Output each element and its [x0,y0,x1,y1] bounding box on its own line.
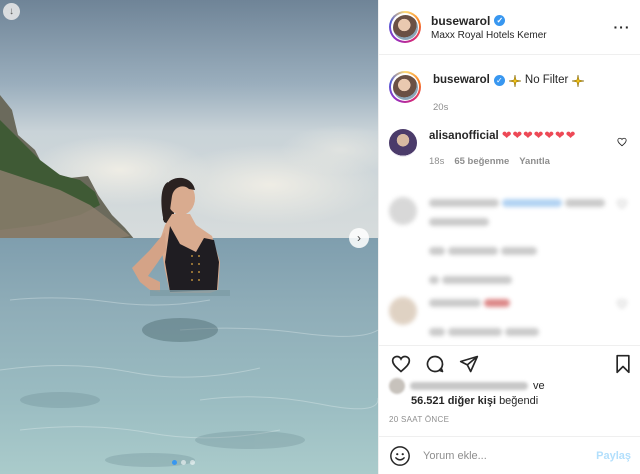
carousel-dot [190,460,195,465]
comment-input[interactable] [423,449,597,462]
avatar [389,297,417,325]
sparkle-emoji-icon [572,74,585,87]
heart-icon [391,355,411,373]
avatar [389,197,417,225]
more-options-icon[interactable]: ··· [610,19,634,35]
avatar[interactable] [389,129,417,157]
comment-item-blurred [389,297,635,341]
comment-text: ❤❤❤❤❤❤❤ [501,130,577,142]
save-button[interactable] [611,352,635,376]
avatar[interactable] [389,71,421,103]
carousel-dot-active [172,460,177,465]
add-comment-bar: Paylaş [379,436,640,474]
location-link[interactable]: Maxx Royal Hotels Kemer [431,30,610,41]
liker-avatar[interactable] [389,378,405,394]
post-actions [379,345,640,381]
smiley-icon[interactable] [389,445,411,467]
verified-badge-icon: ✓ [494,15,506,26]
caption-text: No Filter [524,74,569,86]
bookmark-icon [616,354,630,373]
profile-photo [392,14,418,40]
profile-photo [392,74,418,100]
comment-time: 18s [429,156,445,167]
caption-time: 20s [433,102,449,113]
author-username[interactable]: busewarol [431,14,490,28]
sparkle-emoji-icon [508,74,521,87]
carousel-dot [181,460,186,465]
reply-button[interactable]: Yanıtla [519,154,550,169]
comment-like-heart-icon[interactable] [617,137,627,147]
comment-button[interactable] [423,352,447,376]
verified-badge-icon: ✓ [493,75,505,86]
post-photo[interactable]: ↓ › [0,0,378,474]
post-side-panel: busewarol ✓ Maxx Royal Hotels Kemer ··· … [378,0,640,474]
likes-summary: ve 56.521 diğer kişi beğendi [389,378,635,407]
beach-photo-image [0,0,378,474]
post-header: busewarol ✓ Maxx Royal Hotels Kemer ··· [379,0,640,55]
comment-icon [426,355,444,372]
comment-username[interactable]: alisanofficial [429,130,499,142]
caption: busewarol ✓ No Filter 20s [389,71,635,115]
comments-list: busewarol ✓ No Filter 20s alisanofficial… [379,55,640,345]
download-icon[interactable]: ↓ [3,3,20,20]
comment-item-blurred [389,197,635,289]
post-comment-button[interactable]: Paylaş [596,450,631,462]
caption-username[interactable]: busewarol [433,73,490,88]
like-button[interactable] [389,352,413,376]
post-timestamp[interactable]: 20 SAAT ÖNCE [389,415,449,424]
comment-item: alisanofficial ❤❤❤❤❤❤❤ 18s 65 beğenme Ya… [389,129,635,169]
likes-connector: ve [533,380,545,392]
chevron-right-icon[interactable]: › [349,228,369,248]
liker-username-blurred[interactable] [410,382,528,390]
paper-plane-icon [459,355,479,372]
instagram-post: ↓ › busewarol ✓ Maxx Royal Hotels Kemer … [0,0,640,474]
likes-suffix: beğendi [499,395,539,407]
share-button[interactable] [457,352,481,376]
avatar[interactable] [389,11,421,43]
likes-count[interactable]: 56.521 diğer kişi [411,395,496,407]
carousel-indicator [172,460,195,465]
comment-likes[interactable]: 65 beğenme [454,154,509,169]
